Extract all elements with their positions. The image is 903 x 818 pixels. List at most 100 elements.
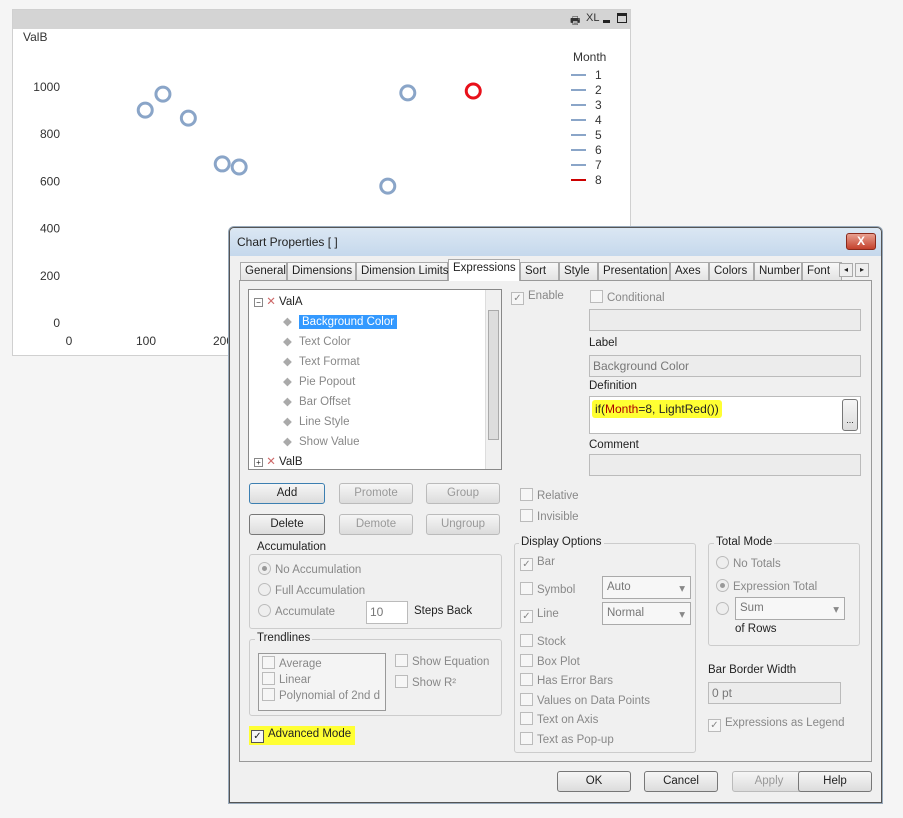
total-function-dropdown[interactable]: Sum <box>735 597 845 620</box>
y-tick-label: 600 <box>40 174 60 188</box>
tab-scroll-right-icon[interactable]: ▸ <box>855 263 869 277</box>
tab-expressions[interactable]: Expressions <box>448 259 520 281</box>
add-button[interactable]: Add <box>249 483 325 504</box>
y-tick-label: 200 <box>40 269 60 283</box>
trendlines-list[interactable]: Average Linear Polynomial of 2nd d <box>258 653 386 711</box>
tree-item-valb[interactable]: + ✕ ValB <box>254 454 303 468</box>
tab-dimensions[interactable]: Dimensions <box>287 262 356 280</box>
pie-popout-icon: ◆ <box>283 376 292 388</box>
line-dropdown[interactable]: Normal <box>602 602 691 625</box>
tree-item-pie-popout[interactable]: ◆ Pie Popout <box>283 374 355 392</box>
tree-scrollbar[interactable] <box>485 290 501 469</box>
trendline-linear[interactable]: Linear <box>259 672 385 686</box>
conditional-checkbox[interactable]: Conditional <box>590 290 665 304</box>
tab-presentation[interactable]: Presentation <box>598 262 670 280</box>
legend-label: 6 <box>595 143 602 157</box>
data-point <box>230 158 248 176</box>
collapse-icon[interactable]: − <box>254 298 263 307</box>
stock-checkbox[interactable]: Stock <box>520 634 566 648</box>
tab-general[interactable]: General <box>240 262 287 280</box>
legend-label: 3 <box>595 98 602 112</box>
tab-colors[interactable]: Colors <box>709 262 754 280</box>
group-button[interactable]: Group <box>426 483 500 504</box>
tree-item-text-format[interactable]: ◆ Text Format <box>283 354 360 372</box>
text-format-icon: ◆ <box>283 356 292 368</box>
ungroup-button[interactable]: Ungroup <box>426 514 500 535</box>
expressions-as-legend-checkbox[interactable]: ✓ Expressions as Legend <box>708 717 845 732</box>
tree-item-vala[interactable]: − ✕ ValA <box>254 294 303 308</box>
trendline-average[interactable]: Average <box>259 654 385 672</box>
accumulate-radio[interactable]: Accumulate <box>258 604 335 618</box>
box-plot-checkbox[interactable]: Box Plot <box>520 654 580 668</box>
tree-item-bar-offset[interactable]: ◆ Bar Offset <box>283 394 351 412</box>
tab-style[interactable]: Style <box>559 262 598 280</box>
x-tick-label: 0 <box>66 334 73 348</box>
line-checkbox[interactable]: ✓ Line <box>520 608 559 623</box>
tree-item-text-color[interactable]: ◆ Text Color <box>283 334 351 352</box>
show-r2-checkbox[interactable]: Show R² <box>395 675 456 689</box>
text-on-axis-checkbox[interactable]: Text on Axis <box>520 712 598 726</box>
data-point <box>399 84 417 102</box>
scroll-thumb[interactable] <box>488 310 499 440</box>
data-point <box>179 109 197 127</box>
relative-checkbox[interactable]: Relative <box>520 488 579 502</box>
steps-back-stepper[interactable]: 10 <box>366 601 408 624</box>
conditional-field[interactable] <box>589 309 861 331</box>
tree-item-label: Bar Offset <box>299 396 351 408</box>
error-bars-checkbox[interactable]: Has Error Bars <box>520 673 613 687</box>
tab-axes[interactable]: Axes <box>670 262 709 280</box>
tree-item-line-style[interactable]: ◆ Line Style <box>283 414 350 432</box>
invisible-checkbox[interactable]: Invisible <box>520 509 579 523</box>
y-axis-title: ValB <box>23 30 47 44</box>
tab-font[interactable]: Font <box>802 262 842 280</box>
full-accumulation-radio[interactable]: Full Accumulation <box>258 583 365 597</box>
maximize-icon[interactable] <box>617 13 627 23</box>
advanced-mode-checkbox[interactable]: ✓ Advanced Mode <box>249 726 356 745</box>
expression-total-radio[interactable]: Expression Total <box>716 579 817 593</box>
cancel-button[interactable]: Cancel <box>644 771 718 792</box>
definition-edit-button[interactable]: ... <box>842 399 858 431</box>
symbol-dropdown[interactable]: Auto <box>602 576 691 599</box>
sum-radio[interactable] <box>716 602 733 616</box>
dialog-title: Chart Properties [ ] <box>237 235 338 249</box>
tab-sort[interactable]: Sort <box>520 262 559 280</box>
help-button[interactable]: Help <box>798 771 872 792</box>
no-totals-radio[interactable]: No Totals <box>716 556 781 570</box>
enable-checkbox[interactable]: ✓ Enable <box>511 290 564 305</box>
tree-item-background-color[interactable]: ◆ Background Color <box>283 314 398 332</box>
demote-button[interactable]: Demote <box>339 514 413 535</box>
no-accumulation-radio[interactable]: No Accumulation <box>258 562 361 576</box>
show-equation-checkbox[interactable]: Show Equation <box>395 654 489 668</box>
close-button[interactable]: X <box>846 233 876 250</box>
delete-button[interactable]: Delete <box>249 514 325 535</box>
xl-export-icon[interactable]: XL <box>586 12 599 24</box>
comment-field[interactable] <box>589 454 861 476</box>
tab-dimension-limits[interactable]: Dimension Limits <box>356 262 449 280</box>
legend-title: Month <box>573 50 606 64</box>
trendline-polynomial[interactable]: Polynomial of 2nd d <box>259 686 385 704</box>
steps-back-label: Steps Back <box>414 605 473 617</box>
y-tick-label: 0 <box>53 316 60 330</box>
promote-button[interactable]: Promote <box>339 483 413 504</box>
apply-button[interactable]: Apply <box>732 771 806 792</box>
data-point <box>213 155 231 173</box>
tab-scroll-left-icon[interactable]: ◂ <box>839 263 853 277</box>
bar-border-width-stepper[interactable]: 0 pt <box>708 682 841 704</box>
bar-checkbox[interactable]: ✓ Bar <box>520 556 555 571</box>
label-field[interactable]: Background Color <box>589 355 861 377</box>
ok-button[interactable]: OK <box>557 771 631 792</box>
text-popup-checkbox[interactable]: Text as Pop-up <box>520 732 614 746</box>
dialog-title-bar[interactable]: Chart Properties [ ] X <box>230 228 881 256</box>
line-style-icon: ◆ <box>283 416 292 428</box>
expand-icon[interactable]: + <box>254 458 263 467</box>
symbol-checkbox[interactable]: Symbol <box>520 582 575 596</box>
chart-caption-bar[interactable]: 🖶 XL <box>13 10 630 29</box>
tree-item-label: Text Format <box>299 356 360 368</box>
tab-number[interactable]: Number <box>754 262 802 280</box>
definition-field[interactable]: if(Month=8, LightRed()) ... <box>589 396 861 434</box>
expression-tree[interactable]: − ✕ ValA ◆ Background Color ◆ Text Color ◆ Te… <box>248 289 502 470</box>
data-point <box>154 85 172 103</box>
minimize-icon[interactable] <box>603 20 610 23</box>
values-on-points-checkbox[interactable]: Values on Data Points <box>520 693 650 707</box>
tree-item-show-value[interactable]: ◆ Show Value <box>283 434 360 452</box>
